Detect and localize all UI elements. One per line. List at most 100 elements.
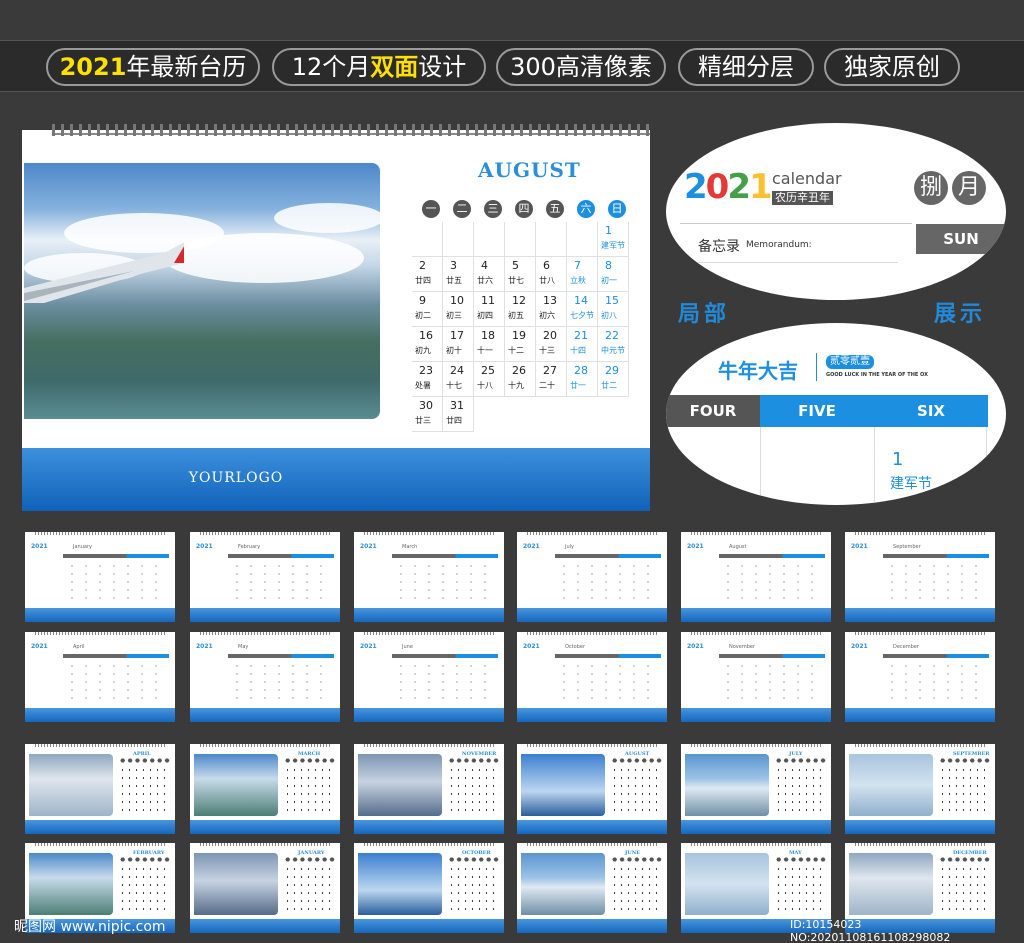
weekday-header [63,554,169,558]
sky-photo [29,754,113,816]
day-number: 7 [574,259,581,272]
spiral-binding [364,843,494,846]
back-page-thumbnail: 2021 September [845,532,995,622]
weekday-badge: 日 [608,200,626,218]
day-number: 22 [605,329,619,342]
weekday-header [392,654,498,658]
empty-day-cell [536,222,567,257]
tag-year: 2021年最新台历 [46,48,260,86]
day-cell: 28 廿一 [567,362,598,397]
weekday-header [392,554,498,558]
front-page-thumbnail: APRIL [25,744,175,834]
day-cell: 26 十九 [505,362,536,397]
lunar-date: 初一 [601,276,617,285]
day-cell: 19 十二 [505,327,536,362]
day-number: 18 [481,329,495,342]
day-cell: 8 初一 [598,257,629,292]
front-page-thumbnail: AUGUST [517,744,667,834]
lunar-date: 廿六 [477,276,493,285]
day-cell: 7 立秋 [567,257,598,292]
spiral-binding [364,632,494,635]
thumb-month-label: September [893,544,921,550]
spiral-binding [52,124,650,136]
weekday-badges [284,857,336,862]
mini-day-grid [119,766,171,816]
spiral-binding [200,843,330,846]
spiral-binding [35,532,165,535]
mini-day-grid [611,865,663,915]
lunar-date: 十四 [570,346,586,355]
bottom-blue-bar [25,708,175,722]
mini-day-grid [775,865,827,915]
day-cell: 12 初五 [505,292,536,327]
bottom-blue-bar [845,708,995,722]
day-cell: 23 处暑 [412,362,443,397]
thumb-month-title: AUGUST [625,751,650,757]
watermark-right: ID:10154023 NO:20201108161108298082 [790,918,951,943]
day-cell: 27 二十 [536,362,567,397]
weekday-header [883,654,989,658]
day-number: 30 [419,399,433,412]
spiral-binding [200,532,330,535]
bottom-blue-bar: YOURLOGO [22,448,650,511]
sky-photo [685,754,769,816]
day-number: 4 [481,259,488,272]
day-cell: 29 廿二 [598,362,629,397]
bottom-blue-bar [190,820,340,834]
mini-day-grid [119,865,171,915]
day-number: 20 [543,329,557,342]
month-char-badge-2: 月 [952,171,986,205]
bottom-blue-bar [190,608,340,622]
day-cell: 21 十四 [567,327,598,362]
day-cell: 18 十一 [474,327,505,362]
year-logo: 2021 [31,543,48,550]
back-page-thumbnail: 2021 October [517,632,667,722]
back-page-thumbnail: 2021 May [190,632,340,722]
spiral-binding [527,744,657,747]
detail-label-left: 局部 [678,302,731,327]
empty-day-cell [443,222,474,257]
day-cell: 31 廿四 [443,397,474,432]
day-cell: 25 十八 [474,362,505,397]
thumb-month-title: MAY [789,850,802,856]
day-cell: 5 廿七 [505,257,536,292]
front-page-thumbnail: JUNE [517,843,667,933]
sky-photo [849,853,933,915]
tag-original: 独家原创 [824,48,960,86]
mini-day-grid [939,766,991,816]
day-number: 10 [450,294,464,307]
col-five: FIVE [760,395,874,427]
day-cell: 14 七夕节 [567,292,598,327]
thumb-month-title: APRIL [133,751,151,757]
month-title: AUGUST [478,158,581,182]
weekday-badges [611,857,663,862]
back-page-thumbnail: 2021 June [354,632,504,722]
day-number: 3 [450,259,457,272]
thumb-month-label: May [238,644,249,650]
lunar-date: 中元节 [601,346,625,355]
thumb-month-title: JUNE [625,850,641,856]
lunar-date: 初五 [508,311,524,320]
airplane-wing-photo [24,163,380,419]
back-page-thumbnail: 2021 August [681,532,831,622]
sky-photo [521,754,605,816]
mini-day-grid [448,865,500,915]
day-number: 8 [605,259,612,272]
sky-photo [194,853,278,915]
lunar-date: 廿八 [539,276,555,285]
day-number: 28 [574,364,588,377]
year-logo: 2021 [687,543,704,550]
weekday-badge: 五 [546,200,564,218]
bottom-blue-bar [25,820,175,834]
year-logo: 2021 [360,643,377,650]
month-char-badge: 捌 [914,171,948,205]
memo-box: 备忘录 Memorandum: [680,223,912,283]
mini-day-grid [775,766,827,816]
day-number: 5 [512,259,519,272]
lunar-date: 十二 [508,346,524,355]
bottom-blue-bar [681,820,831,834]
feature-tag-bar: 2021年最新台历 12个月双面设计 300高清像素 精细分层 独家原创 [0,40,1024,92]
year-logo: 2021 [196,643,213,650]
weekday-badges [775,758,827,763]
thumb-month-title: SEPTEMBER [953,751,990,757]
